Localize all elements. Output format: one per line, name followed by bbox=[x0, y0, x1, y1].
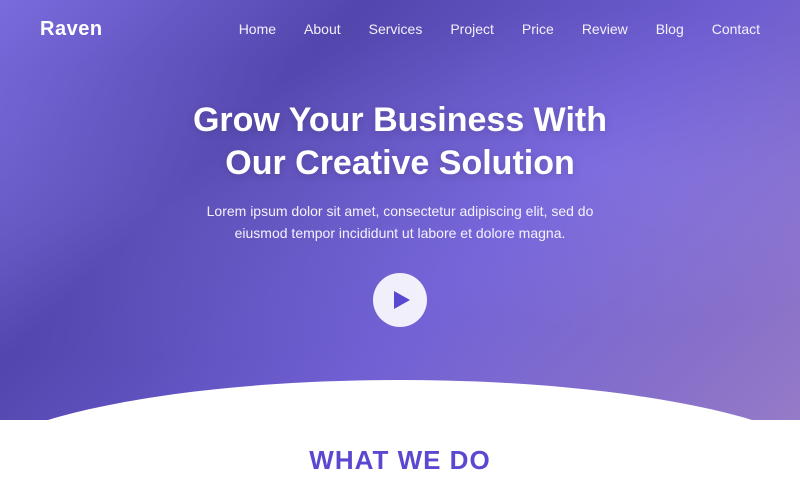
play-icon bbox=[394, 291, 410, 309]
nav-item-price[interactable]: Price bbox=[522, 21, 554, 39]
nav-link-home[interactable]: Home bbox=[239, 21, 276, 37]
nav-item-home[interactable]: Home bbox=[239, 21, 276, 39]
what-label-black: WHAT bbox=[309, 445, 389, 475]
nav-link-services[interactable]: Services bbox=[369, 21, 423, 37]
what-we-do-section: WHAT WE DO bbox=[0, 420, 800, 500]
what-we-do-title: WHAT WE DO bbox=[309, 445, 490, 476]
nav-link-blog[interactable]: Blog bbox=[656, 21, 684, 37]
nav-item-review[interactable]: Review bbox=[582, 21, 628, 39]
play-button[interactable] bbox=[373, 273, 427, 327]
nav-link-review[interactable]: Review bbox=[582, 21, 628, 37]
nav-item-project[interactable]: Project bbox=[450, 21, 494, 39]
nav-link-about[interactable]: About bbox=[304, 21, 341, 37]
nav-item-services[interactable]: Services bbox=[369, 21, 423, 39]
nav-link-price[interactable]: Price bbox=[522, 21, 554, 37]
brand-logo: Raven bbox=[40, 18, 103, 41]
nav-item-blog[interactable]: Blog bbox=[656, 21, 684, 39]
hero-content: Grow Your Business With Our Creative Sol… bbox=[0, 59, 800, 327]
nav-link-project[interactable]: Project bbox=[450, 21, 494, 37]
nav-item-about[interactable]: About bbox=[304, 21, 341, 39]
hero-subtitle: Lorem ipsum dolor sit amet, consectetur … bbox=[200, 200, 600, 245]
what-label-purple: WE DO bbox=[398, 445, 491, 475]
hero-title: Grow Your Business With Our Creative Sol… bbox=[20, 99, 780, 184]
hero-section: Raven Home About Services Project Price … bbox=[0, 0, 800, 420]
nav-item-contact[interactable]: Contact bbox=[712, 21, 760, 39]
nav-link-contact[interactable]: Contact bbox=[712, 21, 760, 37]
navigation: Raven Home About Services Project Price … bbox=[0, 0, 800, 59]
nav-links: Home About Services Project Price Review… bbox=[239, 21, 760, 39]
